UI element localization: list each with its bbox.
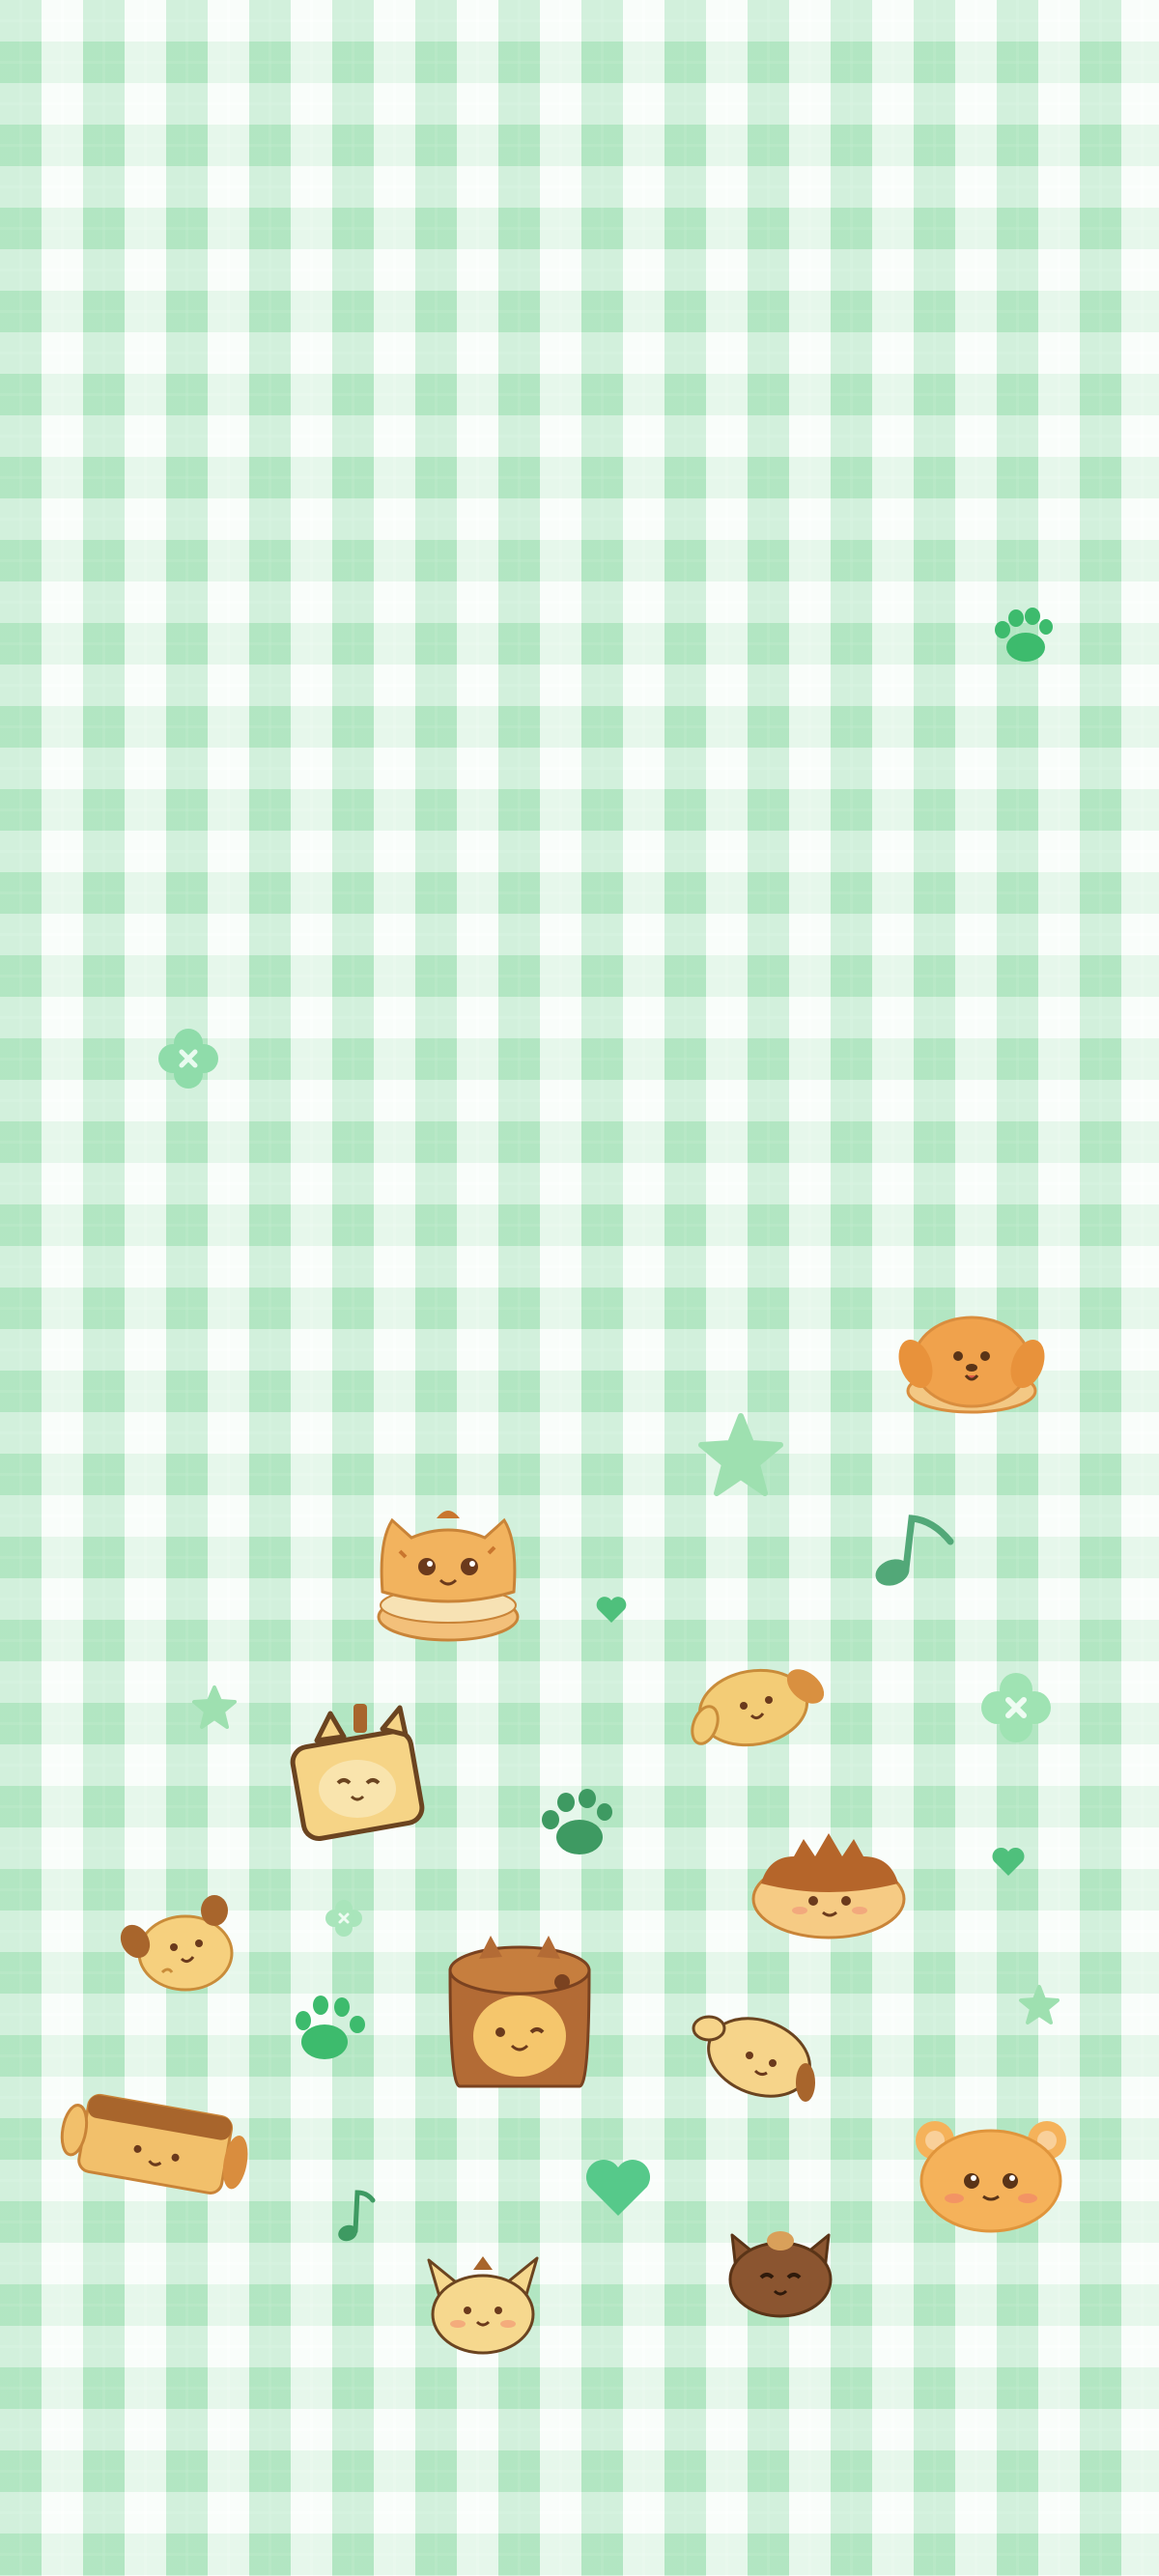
music-note-icon xyxy=(873,1509,956,1588)
clover-icon xyxy=(979,1671,1053,1744)
dog-croissant-icon xyxy=(692,2003,823,2109)
gingham-wallpaper xyxy=(0,0,1159,2576)
clover-icon xyxy=(325,1899,363,1938)
music-note-icon xyxy=(336,2187,376,2245)
heart-icon xyxy=(991,1847,1026,1878)
paw-icon xyxy=(537,1787,618,1862)
heart-icon xyxy=(583,2158,653,2220)
star-icon xyxy=(697,1412,784,1499)
fox-cookie-icon xyxy=(421,2250,545,2359)
clover-icon xyxy=(156,1027,220,1090)
heart-icon xyxy=(595,1596,628,1625)
puppy-cookie-icon xyxy=(116,1893,241,1999)
dog-castella-icon xyxy=(60,2077,251,2208)
dog-croissant-icon xyxy=(690,1657,825,1754)
star-icon xyxy=(1018,1984,1060,2026)
cream-bun-icon xyxy=(749,1827,908,1945)
dog-bun-pastry-icon xyxy=(894,1306,1049,1422)
star-icon xyxy=(191,1684,238,1731)
cat-toast-box-icon xyxy=(288,1700,427,1842)
chocolate-cat-icon xyxy=(722,2223,838,2320)
paw-icon xyxy=(989,607,1057,668)
bear-bun-icon xyxy=(912,2111,1070,2235)
cat-macaron-icon xyxy=(373,1503,523,1650)
cat-cake-roll-icon xyxy=(440,1932,599,2096)
paw-icon xyxy=(292,1994,371,2067)
